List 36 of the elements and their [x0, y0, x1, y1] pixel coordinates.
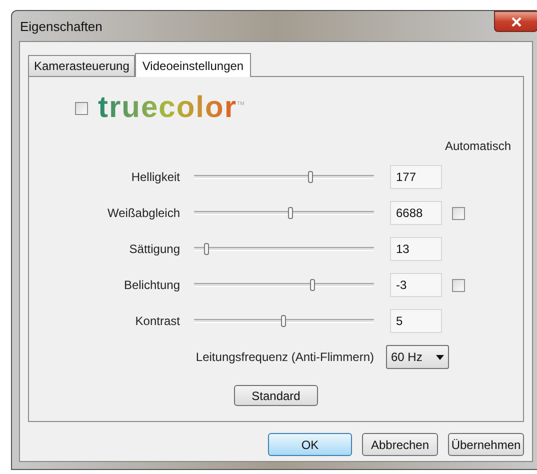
slider[interactable]	[194, 315, 374, 327]
slider-thumb[interactable]	[281, 315, 286, 327]
truecolor-checkbox[interactable]	[75, 102, 88, 114]
value-field[interactable]: 6688	[390, 201, 442, 225]
value-field[interactable]: 13	[390, 237, 442, 261]
slider[interactable]	[194, 279, 374, 291]
dialog-button[interactable]: Abbrechen	[362, 433, 438, 456]
slider-thumb[interactable]	[204, 243, 209, 255]
slider-thumb[interactable]	[288, 207, 294, 219]
slider-thumb[interactable]	[310, 279, 315, 291]
slider-label: Belichtung	[122, 277, 181, 294]
value-field[interactable]: 177	[390, 165, 442, 189]
frequency-label: Leitungsfrequenz (Anti-Flimmern)	[194, 349, 375, 366]
slider-thumb[interactable]	[308, 171, 313, 183]
standard-button[interactable]: Standard	[234, 385, 318, 406]
dropdown-arrow-icon	[436, 354, 444, 360]
slider[interactable]	[194, 171, 374, 183]
close-button[interactable]	[494, 11, 537, 32]
column-header: Automatisch	[444, 138, 511, 155]
auto-checkbox[interactable]	[452, 206, 465, 220]
slider-label: Sättigung	[128, 241, 181, 258]
tab[interactable]: Kamerasteuerung	[28, 55, 136, 76]
slider[interactable]	[194, 243, 374, 255]
value-field[interactable]: -3	[390, 273, 442, 297]
dialog-button[interactable]: Übernehmen	[448, 433, 524, 456]
slider[interactable]	[194, 207, 374, 219]
slider-label: Weißabgleich	[106, 205, 181, 222]
frequency-dropdown[interactable]: 60 Hz	[386, 345, 449, 369]
auto-checkbox[interactable]	[452, 278, 465, 292]
tab[interactable]: Videoeinstellungen	[135, 53, 251, 77]
slider-label: Kontrast	[134, 313, 181, 330]
dialog-button[interactable]: OK	[268, 433, 352, 456]
close-icon	[510, 16, 522, 26]
window-title: Eigenschaften	[19, 18, 104, 36]
slider-label: Helligkeit	[130, 169, 181, 186]
value-field[interactable]: 5	[390, 309, 442, 333]
